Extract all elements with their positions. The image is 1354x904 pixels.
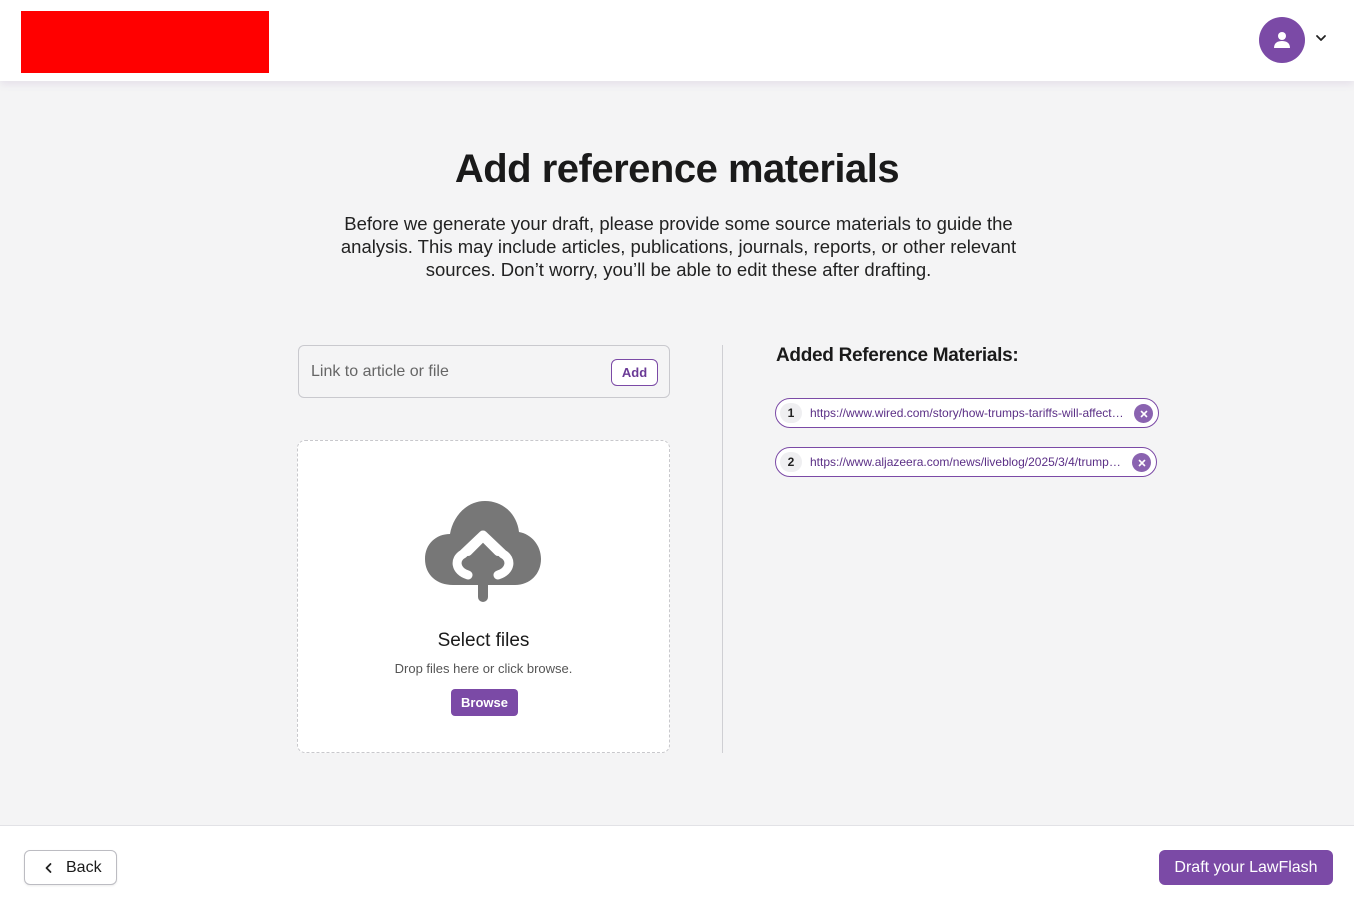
reference-number: 1 bbox=[780, 403, 802, 423]
vertical-divider bbox=[722, 345, 723, 753]
footer-bar: Back Draft your LawFlash bbox=[0, 825, 1354, 904]
app-header bbox=[0, 0, 1354, 81]
brand-logo[interactable] bbox=[21, 11, 269, 73]
reference-url-link[interactable]: https://www.wired.com/story/how-trumps-t… bbox=[810, 406, 1126, 420]
reference-item: 2 https://www.aljazeera.com/news/liveblo… bbox=[775, 447, 1157, 477]
remove-reference-button[interactable] bbox=[1132, 453, 1151, 472]
chevron-down-icon[interactable] bbox=[1313, 30, 1329, 46]
draft-lawflash-button[interactable]: Draft your LawFlash bbox=[1159, 850, 1333, 885]
references-heading: Added Reference Materials: bbox=[776, 345, 1019, 366]
file-dropzone[interactable]: Select files Drop files here or click br… bbox=[297, 440, 670, 753]
page-description: Before we generate your draft, please pr… bbox=[340, 213, 1017, 280]
close-icon bbox=[1140, 410, 1147, 417]
user-avatar-button[interactable] bbox=[1259, 17, 1305, 63]
page-title: Add reference materials bbox=[454, 147, 900, 191]
add-link-button[interactable]: Add bbox=[611, 359, 658, 386]
link-input[interactable] bbox=[311, 358, 601, 386]
link-input-group: Add bbox=[298, 345, 670, 398]
reference-item: 1 https://www.wired.com/story/how-trumps… bbox=[775, 398, 1159, 428]
back-label: Back bbox=[66, 859, 102, 876]
chevron-left-icon bbox=[45, 863, 52, 873]
back-button[interactable]: Back bbox=[24, 850, 117, 885]
browse-button[interactable]: Browse bbox=[451, 689, 518, 716]
select-files-title: Select files bbox=[437, 630, 530, 651]
user-icon bbox=[1274, 32, 1290, 48]
reference-url-link[interactable]: https://www.aljazeera.com/news/liveblog/… bbox=[810, 455, 1124, 469]
reference-number: 2 bbox=[780, 452, 802, 472]
main-content: Add reference materials Before we genera… bbox=[0, 81, 1354, 825]
remove-reference-button[interactable] bbox=[1134, 404, 1153, 423]
drop-files-hint: Drop files here or click browse. bbox=[394, 661, 573, 676]
close-icon bbox=[1138, 459, 1145, 466]
cloud-upload-icon bbox=[425, 501, 541, 602]
